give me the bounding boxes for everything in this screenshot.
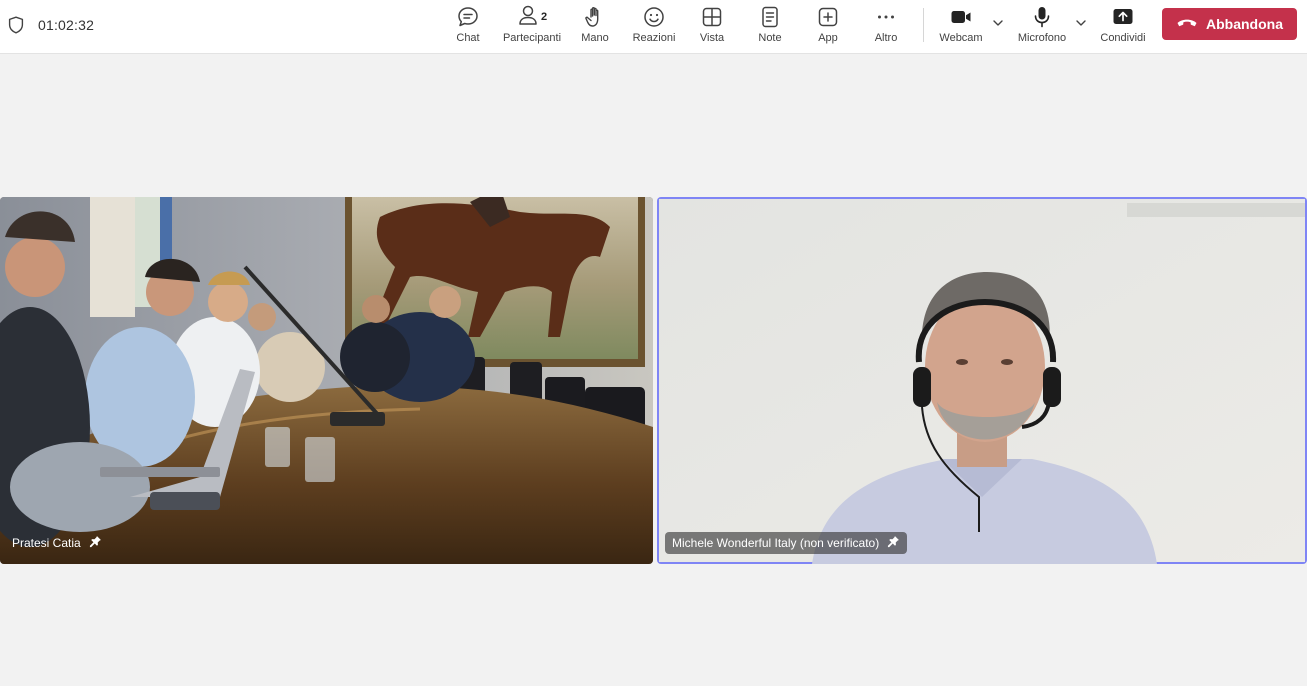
reactions-button[interactable]: Reazioni: [630, 4, 678, 50]
meeting-timer: 01:02:32: [8, 14, 94, 36]
participant-name: Michele Wonderful Italy (non verificato): [672, 536, 880, 550]
meeting-room-video-feed: [0, 197, 653, 564]
participants-button[interactable]: 2 Partecipanti: [500, 4, 564, 50]
view-label: Vista: [699, 32, 725, 44]
microphone-icon: [1030, 4, 1054, 30]
more-label: Altro: [874, 32, 898, 44]
mic-options-chevron-down-icon[interactable]: [1074, 16, 1088, 30]
chat-icon: [456, 4, 480, 30]
share-tray-icon: [1111, 4, 1135, 30]
notes-button[interactable]: Note: [750, 4, 790, 50]
elapsed-time: 01:02:32: [38, 17, 95, 33]
remote-participant-video-feed: [659, 199, 1305, 564]
share-button[interactable]: Condividi: [1096, 4, 1150, 50]
leave-button[interactable]: Abbandona: [1162, 8, 1297, 40]
participant-name-tag: Michele Wonderful Italy (non verificato): [665, 532, 908, 554]
participant-name-tag: Pratesi Catia: [5, 532, 109, 554]
hand-icon: [584, 4, 606, 30]
meeting-toolbar: 01:02:32 Chat 2 Partecipanti Mano Reazio…: [0, 0, 1307, 54]
participants-count: 2: [540, 11, 548, 23]
camera-label: Webcam: [939, 32, 983, 44]
apps-label: App: [818, 32, 838, 44]
camera-options-chevron-down-icon[interactable]: [991, 16, 1005, 30]
notes-label: Note: [758, 32, 782, 44]
microphone-button[interactable]: Microfono: [1012, 4, 1072, 50]
apps-button[interactable]: App: [808, 4, 848, 50]
notes-icon: [759, 4, 781, 30]
pin-icon[interactable]: [887, 535, 900, 551]
chat-button[interactable]: Chat: [448, 4, 488, 50]
smiley-icon: [642, 4, 666, 30]
pin-icon[interactable]: [89, 535, 102, 551]
chat-label: Chat: [456, 32, 480, 44]
plus-square-icon: [816, 4, 840, 30]
mic-label: Microfono: [1017, 32, 1067, 44]
raise-hand-button[interactable]: Mano: [576, 4, 614, 50]
view-button[interactable]: Vista: [692, 4, 732, 50]
raise-hand-label: Mano: [581, 32, 609, 44]
leave-label: Abbandona: [1206, 16, 1283, 32]
video-camera-icon: [949, 4, 973, 30]
video-tile-meeting-room[interactable]: Pratesi Catia: [0, 197, 653, 564]
reactions-label: Reazioni: [632, 32, 676, 44]
grid-icon: [700, 4, 724, 30]
phone-hangup-icon: [1176, 16, 1198, 33]
participants-label: Partecipanti: [502, 32, 562, 44]
camera-button[interactable]: Webcam: [936, 4, 986, 50]
more-button[interactable]: Altro: [866, 4, 906, 50]
toolbar-divider: [923, 8, 924, 42]
people-icon: [517, 3, 539, 32]
ellipsis-icon: [874, 4, 898, 30]
shield-icon[interactable]: [8, 16, 24, 34]
participant-name: Pratesi Catia: [12, 536, 81, 550]
video-tile-remote-participant[interactable]: Michele Wonderful Italy (non verificato): [657, 197, 1307, 564]
share-label: Condividi: [1100, 32, 1146, 44]
